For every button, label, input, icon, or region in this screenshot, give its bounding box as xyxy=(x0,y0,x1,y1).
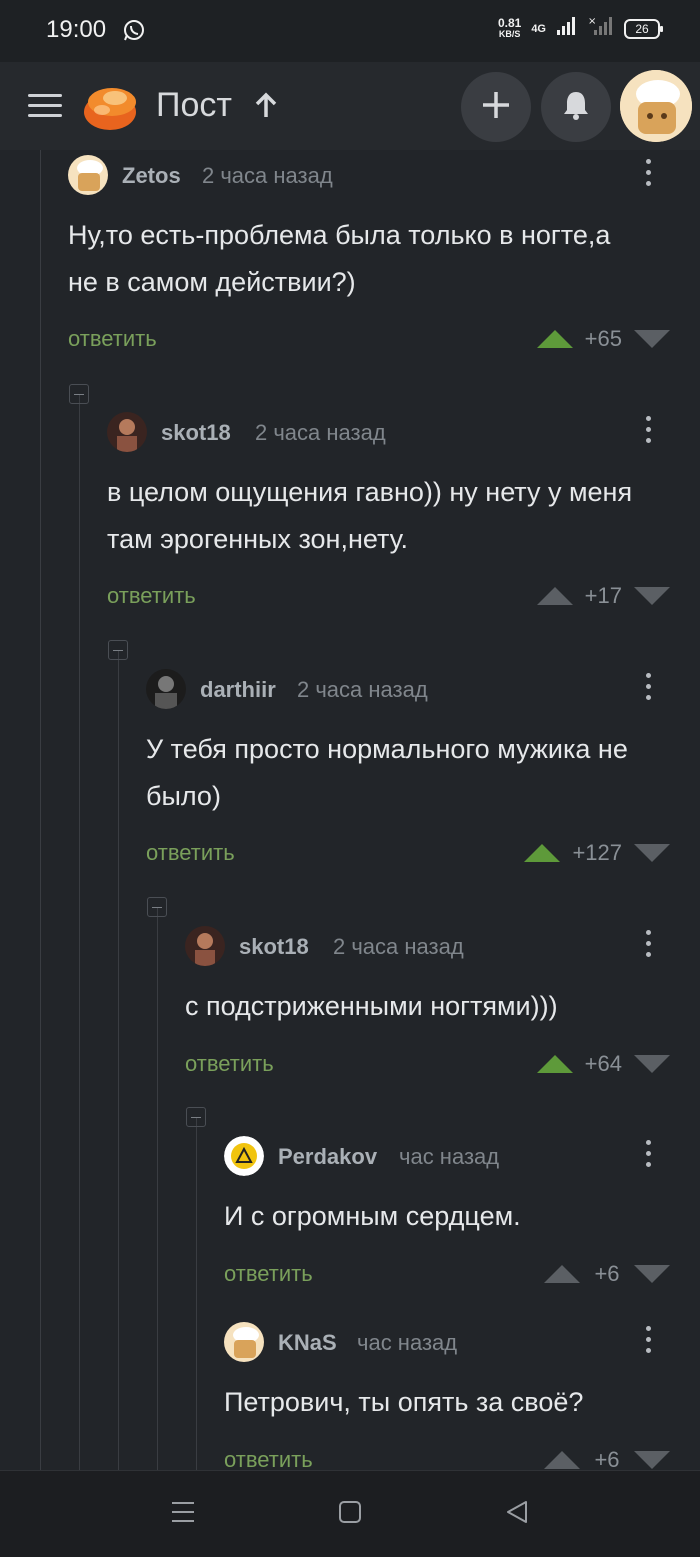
avatar[interactable] xyxy=(107,412,147,452)
network-type: 4G xyxy=(531,22,546,35)
back-button[interactable] xyxy=(504,1499,530,1530)
page-title: Пост xyxy=(156,86,232,124)
thread-line xyxy=(157,908,158,1470)
whatsapp-icon xyxy=(122,18,146,47)
comment-time: 2 часа назад xyxy=(202,163,333,188)
app-header: Пост xyxy=(0,62,700,150)
comment-author[interactable]: KNaS xyxy=(278,1330,337,1356)
pikabu-logo[interactable] xyxy=(82,80,140,132)
comment-author[interactable]: Perdakov xyxy=(278,1144,377,1170)
collapse-button[interactable] xyxy=(108,640,128,660)
plus-icon xyxy=(481,90,511,125)
collapse-button[interactable] xyxy=(69,384,89,404)
thread-line xyxy=(196,1118,197,1470)
bell-icon xyxy=(561,89,591,126)
avatar[interactable] xyxy=(146,669,186,709)
system-nav-bar xyxy=(0,1470,700,1557)
thread-line xyxy=(79,395,80,1470)
more-icon[interactable] xyxy=(644,1140,652,1172)
upvote-icon[interactable] xyxy=(544,1451,580,1469)
comment-time: 2 часа назад xyxy=(333,934,464,959)
add-post-button[interactable] xyxy=(461,72,531,142)
comment-score: +64 xyxy=(584,1051,622,1076)
reply-button[interactable]: ответить xyxy=(107,583,196,609)
comment-time: час назад xyxy=(357,1330,458,1355)
comment-text: Петрович, ты опять за своё? xyxy=(224,1387,584,1417)
reply-button[interactable]: ответить xyxy=(185,1051,274,1077)
recent-apps-button[interactable] xyxy=(170,1499,196,1530)
comment-score: +127 xyxy=(572,840,622,865)
downvote-icon[interactable] xyxy=(634,844,670,862)
comment-author[interactable]: skot18 xyxy=(239,934,309,960)
avatar[interactable] xyxy=(224,1322,264,1362)
more-icon[interactable] xyxy=(644,159,652,191)
comment-score: +17 xyxy=(584,583,622,608)
avatar[interactable] xyxy=(185,926,225,966)
upvote-icon[interactable] xyxy=(524,844,561,862)
thread-line xyxy=(40,150,41,1470)
comment-text: в целом ощущения гавно)) ну нету у меня … xyxy=(107,477,633,554)
comment-text: И с огромным сердцем. xyxy=(224,1201,521,1231)
signal-2-icon: × xyxy=(588,16,614,41)
vote-controls: +65 xyxy=(536,325,670,353)
upvote-icon[interactable] xyxy=(544,1265,580,1283)
comment-time: 2 часа назад xyxy=(255,420,386,445)
comment-text: с подстриженными ногтями))) xyxy=(185,991,558,1021)
avatar[interactable] xyxy=(68,155,108,195)
svg-text:×: × xyxy=(588,16,596,27)
more-icon[interactable] xyxy=(644,416,652,448)
comment-text: У тебя просто нормального мужика не было… xyxy=(146,734,628,811)
vote-controls: +6 xyxy=(544,1260,670,1288)
status-bar: 19:00 0.81 KB/S 4G × 26 xyxy=(0,0,700,62)
arrow-up-icon[interactable] xyxy=(254,92,278,127)
status-time: 19:00 xyxy=(46,16,107,43)
user-avatar[interactable] xyxy=(620,70,692,142)
reply-button[interactable]: ответить xyxy=(224,1261,313,1287)
comment-text: Ну,то есть-проблема была только в ногте,… xyxy=(68,220,611,297)
upvote-icon[interactable] xyxy=(536,330,573,348)
comment-time: час назад xyxy=(399,1144,500,1169)
upvote-icon[interactable] xyxy=(536,1055,573,1073)
upvote-icon[interactable] xyxy=(536,587,573,605)
more-icon[interactable] xyxy=(644,673,652,705)
battery-icon: 26 xyxy=(624,18,663,39)
downvote-icon[interactable] xyxy=(634,1055,670,1073)
comment-time: 2 часа назад xyxy=(297,677,428,702)
vote-controls: +127 xyxy=(524,839,670,867)
signal-icon xyxy=(556,16,578,41)
avatar[interactable] xyxy=(224,1136,264,1176)
downvote-icon[interactable] xyxy=(634,330,670,348)
notifications-button[interactable] xyxy=(541,72,611,142)
comment-author[interactable]: Zetos xyxy=(122,163,181,189)
reply-button[interactable]: ответить xyxy=(68,326,157,352)
menu-icon[interactable] xyxy=(28,94,62,118)
home-button[interactable] xyxy=(337,1499,363,1530)
reply-button[interactable]: ответить xyxy=(146,840,235,866)
collapse-button[interactable] xyxy=(186,1107,206,1127)
downvote-icon[interactable] xyxy=(634,1451,670,1469)
vote-controls: +17 xyxy=(536,582,670,610)
net-speed: 0.81 KB/S xyxy=(497,15,522,39)
vote-controls: +64 xyxy=(536,1050,670,1078)
comment-author[interactable]: skot18 xyxy=(161,420,231,446)
collapse-button[interactable] xyxy=(147,897,167,917)
thread-line xyxy=(118,650,119,1470)
more-icon[interactable] xyxy=(644,930,652,962)
comment-score: +6 xyxy=(594,1261,620,1286)
downvote-icon[interactable] xyxy=(634,1265,670,1283)
comment-author[interactable]: darthiir xyxy=(200,677,276,703)
more-icon[interactable] xyxy=(644,1326,652,1358)
comment-score: +65 xyxy=(584,326,622,351)
downvote-icon[interactable] xyxy=(634,587,670,605)
